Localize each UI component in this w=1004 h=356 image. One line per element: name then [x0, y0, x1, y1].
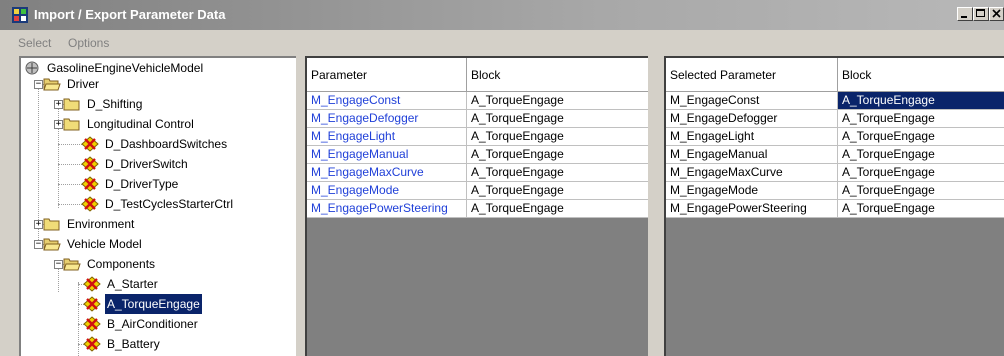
- tree-item-environment[interactable]: Environment: [43, 214, 136, 234]
- app-icon: [12, 7, 28, 23]
- block-cell[interactable]: A_TorqueEngage: [467, 110, 648, 128]
- parameter-cell[interactable]: M_EngageConst: [666, 92, 838, 110]
- parameter-cell[interactable]: M_EngageMode: [307, 182, 467, 200]
- parameter-cell[interactable]: M_EngageMaxCurve: [307, 164, 467, 182]
- block-cell[interactable]: A_TorqueEngage: [838, 92, 1004, 110]
- block-icon: [83, 296, 101, 312]
- tree-item-vehicle-model[interactable]: Vehicle Model: [43, 234, 144, 254]
- tree-item-d-drivertype[interactable]: D_DriverType: [81, 174, 180, 194]
- folder-open-icon: [43, 238, 61, 251]
- parameter-cell[interactable]: M_EngagePowerSteering: [666, 200, 838, 218]
- tree-item-d-testcyclesstarterctrl[interactable]: D_TestCyclesStarterCtrl: [81, 194, 235, 214]
- parameter-cell[interactable]: M_EngageLight: [666, 128, 838, 146]
- parameter-cell[interactable]: M_EngageMaxCurve: [666, 164, 838, 182]
- column-header-selected-parameter[interactable]: Selected Parameter: [666, 58, 838, 92]
- menu-bar: Select Options: [0, 33, 1004, 51]
- collapse-vehicle-model-toggle[interactable]: −: [34, 240, 43, 249]
- block-icon: [83, 336, 101, 352]
- parameter-cell[interactable]: M_EngageLight: [307, 128, 467, 146]
- block-cell[interactable]: A_TorqueEngage: [467, 182, 648, 200]
- parameter-cell[interactable]: M_EngageDefogger: [666, 110, 838, 128]
- block-cell[interactable]: A_TorqueEngage: [838, 128, 1004, 146]
- block-cell[interactable]: A_TorqueEngage: [467, 146, 648, 164]
- block-cell[interactable]: A_TorqueEngage: [467, 128, 648, 146]
- column-header-parameter[interactable]: Parameter: [307, 58, 467, 92]
- expand-longitudinal-toggle[interactable]: +: [54, 120, 63, 129]
- menu-options[interactable]: Options: [68, 36, 109, 50]
- folder-icon: [63, 118, 80, 131]
- close-icon: [992, 9, 1001, 18]
- block-cell[interactable]: A_TorqueEngage: [467, 200, 648, 218]
- parameter-cell[interactable]: M_EngageMode: [666, 182, 838, 200]
- folder-icon: [43, 218, 60, 231]
- block-icon: [81, 196, 99, 212]
- block-icon: [83, 316, 101, 332]
- block-cell[interactable]: A_TorqueEngage: [467, 164, 648, 182]
- tree-item-a-torqueengage[interactable]: A_TorqueEngage: [83, 293, 203, 315]
- maximize-icon: [976, 9, 985, 17]
- parameter-cell[interactable]: M_EngageConst: [307, 92, 467, 110]
- block-cell[interactable]: A_TorqueEngage: [838, 164, 1004, 182]
- model-tree[interactable]: − + + + − − GasolineEngineVehicleModel D…: [19, 56, 296, 356]
- folder-open-icon: [43, 78, 61, 91]
- tree-item-d-dashboardswitches[interactable]: D_DashboardSwitches: [81, 134, 229, 154]
- title-bar[interactable]: Import / Export Parameter Data: [0, 0, 1004, 30]
- minimize-icon: [961, 16, 967, 18]
- parameter-cell[interactable]: M_EngagePowerSteering: [307, 200, 467, 218]
- window-title: Import / Export Parameter Data: [34, 7, 226, 22]
- folder-open-icon: [63, 258, 81, 271]
- tree-item-d-driverswitch[interactable]: D_DriverSwitch: [81, 154, 190, 174]
- block-icon: [81, 176, 99, 192]
- tree-item-longitudinal-control[interactable]: Longitudinal Control: [63, 114, 196, 134]
- collapse-components-toggle[interactable]: −: [54, 260, 63, 269]
- column-header-selected-block[interactable]: Block: [838, 58, 1004, 92]
- folder-icon: [63, 98, 80, 111]
- block-cell[interactable]: A_TorqueEngage: [838, 200, 1004, 218]
- tree-item-b-airconditioner[interactable]: B_AirConditioner: [83, 314, 200, 334]
- block-cell[interactable]: A_TorqueEngage: [467, 92, 648, 110]
- tree-item-b-battery[interactable]: B_Battery: [83, 334, 162, 354]
- block-icon: [81, 156, 99, 172]
- collapse-driver-toggle[interactable]: −: [34, 80, 43, 89]
- tree-item-components[interactable]: Components: [63, 254, 157, 274]
- block-cell[interactable]: A_TorqueEngage: [838, 146, 1004, 164]
- parameter-cell[interactable]: M_EngageManual: [666, 146, 838, 164]
- selected-tree-label: A_TorqueEngage: [104, 293, 203, 315]
- parameter-cell[interactable]: M_EngageDefogger: [307, 110, 467, 128]
- expand-shifting-toggle[interactable]: +: [54, 100, 63, 109]
- block-cell[interactable]: A_TorqueEngage: [838, 182, 1004, 200]
- selected-parameter-grid[interactable]: Selected Parameter Block M_EngageConst A_…: [664, 56, 1004, 356]
- menu-select[interactable]: Select: [18, 36, 51, 50]
- parameter-cell[interactable]: M_EngageManual: [307, 146, 467, 164]
- tree-item-a-starter[interactable]: A_Starter: [83, 274, 160, 294]
- tree-item-driver[interactable]: Driver: [43, 74, 101, 94]
- block-icon: [81, 136, 99, 152]
- block-cell[interactable]: A_TorqueEngage: [838, 110, 1004, 128]
- tree-item-d-shifting[interactable]: D_Shifting: [63, 94, 144, 114]
- parameter-grid[interactable]: Parameter Block M_EngageConst A_TorqueEng…: [305, 56, 648, 356]
- expand-environment-toggle[interactable]: +: [34, 220, 43, 229]
- model-icon: [25, 61, 39, 75]
- maximize-button[interactable]: [973, 7, 989, 21]
- close-button[interactable]: [989, 7, 1004, 21]
- minimize-button[interactable]: [957, 7, 973, 21]
- block-icon: [83, 276, 101, 292]
- column-header-block[interactable]: Block: [467, 58, 648, 92]
